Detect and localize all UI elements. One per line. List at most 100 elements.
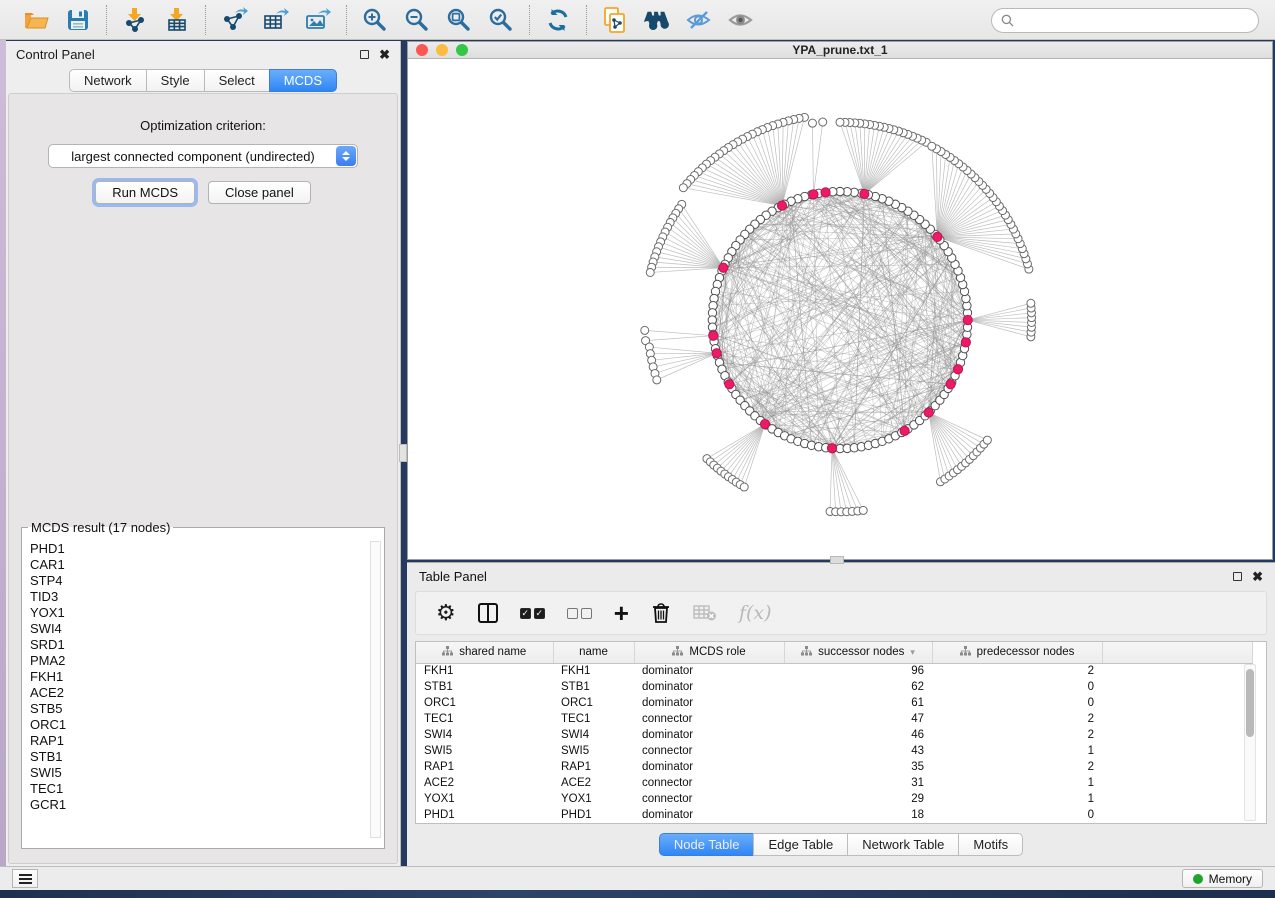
result-list-item[interactable]: CAR1 — [30, 557, 384, 573]
table-cell: connector — [634, 775, 784, 791]
zoom-in-icon[interactable] — [357, 4, 393, 36]
table-scrollbar[interactable] — [1244, 664, 1256, 821]
column-header-name[interactable]: name — [553, 642, 634, 663]
refresh-icon[interactable] — [540, 4, 576, 36]
table-row[interactable]: SWI4SWI4dominator462 — [416, 727, 1252, 743]
table-cell: connector — [634, 743, 784, 759]
table-cell: 31 — [784, 775, 932, 791]
table-cell: 1 — [932, 791, 1102, 807]
result-list-item[interactable]: GCR1 — [30, 797, 384, 813]
deselect-all-icon[interactable] — [567, 598, 592, 628]
result-list-item[interactable]: STB5 — [30, 701, 384, 717]
gear-icon[interactable]: ⚙ — [436, 598, 456, 628]
tab-edge-table[interactable]: Edge Table — [753, 833, 847, 856]
tab-motifs[interactable]: Motifs — [958, 833, 1023, 856]
search-input[interactable] — [1019, 14, 1258, 28]
table-row[interactable]: PHD1PHD1dominator180 — [416, 807, 1252, 823]
horizontal-splitter-handle[interactable] — [830, 556, 844, 564]
new-network-from-selection-icon[interactable] — [597, 4, 633, 36]
table-row[interactable]: ACE2ACE2connector311 — [416, 775, 1252, 791]
tab-network-table[interactable]: Network Table — [847, 833, 958, 856]
result-list-item[interactable]: PHD1 — [30, 541, 384, 557]
close-table-panel-icon[interactable]: ✖ — [1252, 570, 1263, 583]
export-table-icon[interactable] — [258, 4, 294, 36]
import-network-icon[interactable] — [117, 4, 153, 36]
table-row[interactable]: ORC1ORC1dominator610 — [416, 695, 1252, 711]
table-cell-filler — [1102, 791, 1252, 807]
table-row[interactable]: STB1STB1dominator620 — [416, 679, 1252, 695]
table-row[interactable]: SWI5SWI5connector431 — [416, 743, 1252, 759]
zoom-fit-icon[interactable] — [441, 4, 477, 36]
network-graph — [408, 59, 1272, 559]
vertical-splitter-handle[interactable] — [399, 444, 407, 462]
result-list-item[interactable]: SWI4 — [30, 621, 384, 637]
select-all-icon[interactable]: ✓✓ — [520, 598, 545, 628]
result-list-item[interactable]: STP4 — [30, 573, 384, 589]
tab-mcds[interactable]: MCDS — [269, 69, 337, 92]
result-list-item[interactable]: YOX1 — [30, 605, 384, 621]
result-list-item[interactable]: STB1 — [30, 749, 384, 765]
list-icon — [19, 874, 32, 884]
table-cell: RAP1 — [416, 759, 553, 775]
column-header-shared-name[interactable]: shared name — [416, 642, 553, 663]
table-cell: 29 — [784, 791, 932, 807]
table-row[interactable]: TEC1TEC1connector472 — [416, 711, 1252, 727]
export-image-icon[interactable] — [300, 4, 336, 36]
result-list-item[interactable]: TEC1 — [30, 781, 384, 797]
first-neighbors-icon[interactable] — [639, 4, 675, 36]
run-mcds-button[interactable]: Run MCDS — [95, 181, 195, 204]
result-list-scrollbar[interactable] — [370, 541, 381, 838]
save-icon[interactable] — [60, 4, 96, 36]
tab-node-table[interactable]: Node Table — [659, 833, 754, 856]
search-box[interactable] — [991, 8, 1259, 33]
result-list-item[interactable]: ORC1 — [30, 717, 384, 733]
network-window-titlebar[interactable]: YPA_prune.txt_1 — [408, 42, 1272, 59]
zoom-selected-icon[interactable] — [483, 4, 519, 36]
tab-select[interactable]: Select — [204, 69, 269, 92]
column-label: name — [579, 646, 608, 658]
float-panel-icon[interactable] — [360, 50, 369, 59]
table-cell: TEC1 — [553, 711, 634, 727]
column-header-MCDS-role[interactable]: MCDS role — [634, 642, 784, 663]
import-table-icon[interactable] — [159, 4, 195, 36]
result-list-item[interactable]: FKH1 — [30, 669, 384, 685]
tab-style[interactable]: Style — [146, 69, 204, 92]
table-cell: 2 — [932, 663, 1102, 679]
column-layout-icon[interactable] — [478, 598, 498, 628]
column-header-successor-nodes[interactable]: successor nodes▾ — [784, 642, 932, 663]
mcds-result-legend: MCDS result (17 nodes) — [28, 520, 173, 535]
delete-icon[interactable] — [651, 598, 671, 628]
delete-table-icon[interactable] — [693, 598, 717, 628]
task-history-button[interactable] — [12, 869, 38, 888]
memory-button[interactable]: Memory — [1182, 869, 1263, 888]
mcds-result-list[interactable]: PHD1CAR1STP4TID3YOX1SWI4SRD1PMA2FKH1ACE2… — [22, 539, 384, 840]
network-canvas[interactable] — [408, 59, 1272, 559]
table-cell: RAP1 — [553, 759, 634, 775]
zoom-out-icon[interactable] — [399, 4, 435, 36]
table-scrollbar-thumb[interactable] — [1246, 669, 1254, 737]
result-list-item[interactable]: ACE2 — [30, 685, 384, 701]
hide-selected-icon[interactable] — [681, 4, 717, 36]
optimization-criterion-select[interactable]: largest connected component (undirected) — [48, 144, 358, 168]
result-list-item[interactable]: PMA2 — [30, 653, 384, 669]
export-network-icon[interactable] — [216, 4, 252, 36]
close-panel-icon[interactable]: ✖ — [379, 48, 390, 61]
result-list-item[interactable]: RAP1 — [30, 733, 384, 749]
add-column-icon[interactable]: + — [614, 598, 629, 628]
table-row[interactable]: FKH1FKH1dominator962 — [416, 663, 1252, 679]
open-folder-icon[interactable] — [18, 4, 54, 36]
result-list-item[interactable]: TID3 — [30, 589, 384, 605]
show-all-icon[interactable] — [723, 4, 759, 36]
result-list-item[interactable]: SWI5 — [30, 765, 384, 781]
float-table-panel-icon[interactable] — [1233, 572, 1242, 581]
sort-desc-icon: ▾ — [910, 647, 915, 658]
function-builder-icon[interactable]: f(x) — [739, 598, 772, 628]
tab-network[interactable]: Network — [69, 69, 146, 92]
table-cell: YOX1 — [553, 791, 634, 807]
result-list-item[interactable]: SRD1 — [30, 637, 384, 653]
hierarchy-icon — [672, 646, 683, 659]
table-row[interactable]: RAP1RAP1dominator352 — [416, 759, 1252, 775]
column-header-predecessor-nodes[interactable]: predecessor nodes — [932, 642, 1102, 663]
close-panel-button[interactable]: Close panel — [208, 181, 311, 204]
table-row[interactable]: YOX1YOX1connector291 — [416, 791, 1252, 807]
